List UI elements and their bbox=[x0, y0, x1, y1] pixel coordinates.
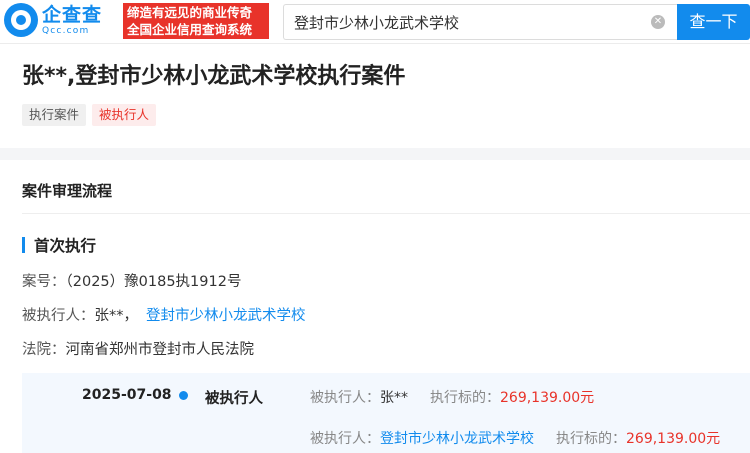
slogan-banner: 缔造有远见的商业传奇 全国企业信用查询系统 bbox=[123, 3, 269, 39]
logo-name: 企查查 bbox=[42, 3, 103, 26]
subsection-marker bbox=[22, 237, 25, 253]
subsection-title: 首次执行 bbox=[22, 234, 96, 256]
logo-domain: Qcc.com bbox=[42, 25, 90, 36]
executed-name: 张** bbox=[380, 390, 408, 406]
slogan-line-1: 缔造有远见的商业传奇 bbox=[127, 5, 253, 20]
court-value: 河南省郑州市登封市人民法院 bbox=[65, 342, 255, 358]
section-rule bbox=[22, 213, 750, 214]
search-input[interactable] bbox=[294, 5, 644, 39]
tag-case-type: 执行案件 bbox=[22, 104, 87, 126]
page-title: 张**,登封市少林小龙武术学校执行案件 bbox=[22, 64, 406, 89]
slogan-line-2: 全国企业信用查询系统 bbox=[127, 22, 253, 37]
logo[interactable]: 企查查 Qcc.com bbox=[4, 3, 102, 37]
amount-value: 269,139.00元 bbox=[500, 390, 595, 406]
timeline-date: 2025-07-08 bbox=[82, 387, 172, 403]
amount-label: 执行标的： bbox=[430, 390, 500, 406]
search-button[interactable]: 查一下 bbox=[677, 4, 750, 40]
qcc-logo-icon bbox=[4, 3, 38, 37]
subsection-label: 首次执行 bbox=[34, 237, 97, 255]
executed-party-label: 被执行人： bbox=[22, 308, 95, 324]
court-row: 法院：河南省郑州市登封市人民法院 bbox=[22, 338, 254, 359]
executed-label: 被执行人： bbox=[310, 431, 380, 447]
executed-company-link[interactable]: 登封市少林小龙武术学校 bbox=[380, 431, 534, 447]
amount-label: 执行标的： bbox=[556, 431, 626, 447]
top-header: 企查查 Qcc.com 缔造有远见的商业传奇 全国企业信用查询系统 ✕ 查一下 bbox=[0, 0, 750, 44]
amount-value: 269,139.00元 bbox=[626, 431, 721, 447]
executed-label: 被执行人： bbox=[310, 390, 380, 406]
section-divider bbox=[0, 148, 750, 160]
timeline-row: 被执行人：登封市少林小龙武术学校 执行标的：269,139.00元 bbox=[310, 428, 720, 448]
case-number-label: 案号： bbox=[22, 274, 66, 290]
search-box: ✕ bbox=[283, 4, 677, 40]
timeline-entry: 2025-07-08 被执行人 被执行人：张** 执行标的：269,139.00元… bbox=[22, 373, 750, 453]
case-tags: 执行案件 被执行人 bbox=[22, 104, 162, 126]
court-label: 法院： bbox=[22, 342, 66, 358]
timeline-dot-icon bbox=[179, 391, 188, 400]
clear-icon[interactable]: ✕ bbox=[651, 15, 665, 29]
timeline-row: 被执行人：张** 执行标的：269,139.00元 bbox=[310, 387, 594, 407]
section-title: 案件审理流程 bbox=[22, 182, 113, 200]
tag-role: 被执行人 bbox=[92, 104, 157, 126]
executed-company-link[interactable]: 登封市少林小龙武术学校 bbox=[146, 308, 306, 324]
timeline-role: 被执行人 bbox=[205, 391, 263, 407]
executed-party-row: 被执行人：张**， 登封市少林小龙武术学校 bbox=[22, 304, 306, 325]
case-number-row: 案号：（2025）豫0185执1912号 bbox=[22, 270, 241, 291]
case-number-value: （2025）豫0185执1912号 bbox=[65, 274, 242, 290]
executed-person: 张**， bbox=[94, 308, 139, 324]
